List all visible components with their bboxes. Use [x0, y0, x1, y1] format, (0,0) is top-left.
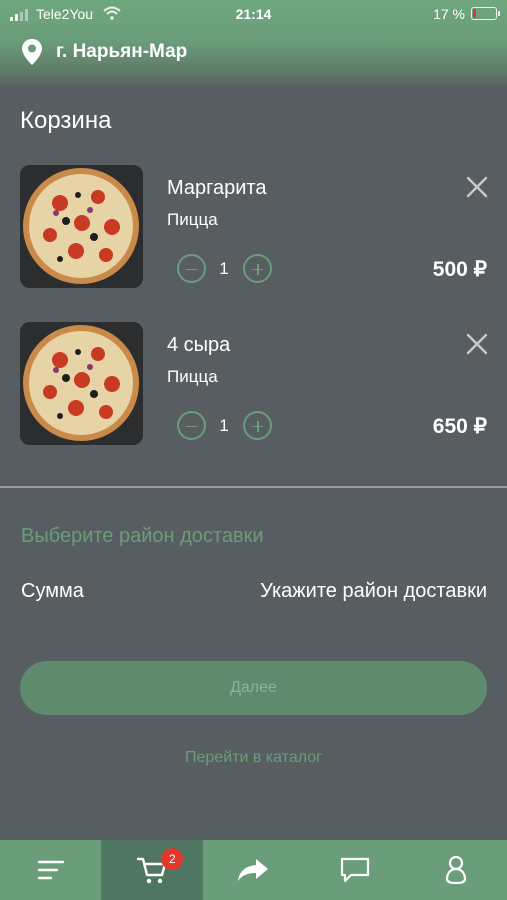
- decrease-quantity-button[interactable]: [177, 411, 206, 440]
- catalog-link[interactable]: Перейти в каталог: [0, 749, 507, 767]
- chat-icon: [340, 857, 369, 883]
- quantity-value: 1: [219, 259, 229, 278]
- item-price: 500 ₽: [432, 258, 487, 281]
- cart-badge: 2: [161, 848, 184, 870]
- clock: 21:14: [235, 6, 272, 22]
- pizza-image: [20, 165, 143, 288]
- close-icon[interactable]: [466, 333, 488, 355]
- tab-share[interactable]: [203, 840, 304, 900]
- increase-quantity-button[interactable]: [243, 411, 272, 440]
- item-name: 4 сыра: [167, 334, 231, 356]
- location-selector[interactable]: г. Нарьян-Мар: [22, 39, 187, 65]
- header: Tele2You 21:14 17 % г. Нарьян-Мар: [0, 0, 507, 90]
- share-icon: [238, 859, 269, 881]
- page-title: Корзина: [20, 107, 112, 134]
- cart-item: Маргарита Пицца 1 500 ₽: [0, 165, 507, 290]
- sum-value: Укажите район доставки: [260, 580, 487, 602]
- pizza-image: [20, 322, 143, 445]
- tab-bar: 2: [0, 840, 507, 900]
- item-category: Пицца: [167, 210, 218, 229]
- tab-menu[interactable]: [0, 840, 101, 900]
- profile-icon: [446, 855, 467, 885]
- increase-quantity-button[interactable]: [243, 254, 272, 283]
- status-bar: Tele2You 21:14 17 %: [0, 0, 507, 28]
- quantity-value: 1: [219, 416, 229, 435]
- close-icon[interactable]: [466, 176, 488, 198]
- item-category: Пицца: [167, 367, 218, 386]
- cart-item: 4 сыра Пицца 1 650 ₽: [0, 322, 507, 447]
- tab-chat[interactable]: [304, 840, 405, 900]
- item-name: Маргарита: [167, 177, 267, 199]
- battery-icon: [471, 7, 500, 20]
- location-pin-icon: [22, 39, 42, 65]
- next-button[interactable]: Далее: [20, 661, 487, 715]
- menu-icon: [37, 860, 64, 880]
- city-label: г. Нарьян-Мар: [56, 41, 188, 62]
- sum-label: Сумма: [21, 580, 84, 602]
- decrease-quantity-button[interactable]: [177, 254, 206, 283]
- divider: [0, 486, 507, 488]
- item-price: 650 ₽: [432, 415, 487, 438]
- tab-profile[interactable]: [406, 840, 507, 900]
- delivery-district-selector[interactable]: Выберите район доставки: [21, 525, 264, 548]
- tab-cart[interactable]: 2: [101, 840, 203, 900]
- battery-percent: 17 %: [433, 6, 465, 22]
